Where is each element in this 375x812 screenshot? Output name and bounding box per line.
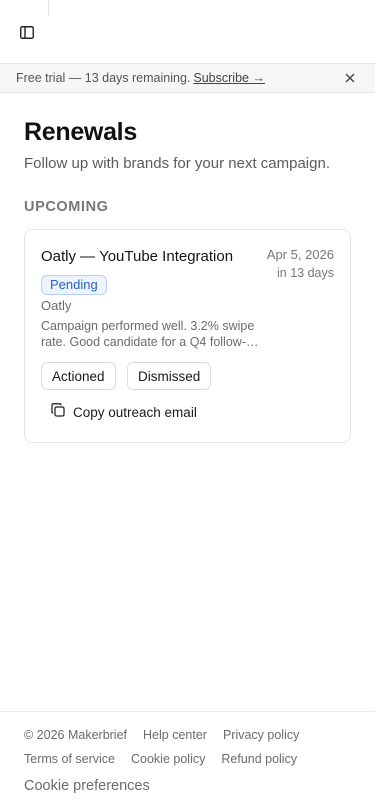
- trial-banner-text: Free trial — 13 days remaining.: [16, 71, 191, 85]
- footer-row: Terms of service Cookie policy Refund po…: [24, 752, 313, 766]
- renewal-note: Campaign performed well. 3.2% swipe rate…: [41, 319, 260, 349]
- sidebar-toggle-icon[interactable]: [15, 21, 39, 43]
- privacy-policy-link[interactable]: Privacy policy: [223, 728, 299, 742]
- renewal-date: Apr 5, 2026: [266, 247, 334, 262]
- help-center-link[interactable]: Help center: [143, 728, 207, 742]
- brand-name: Oatly: [41, 298, 72, 313]
- status-badge: Pending: [41, 275, 107, 295]
- top-bar: [0, 0, 375, 64]
- copy-icon: [51, 402, 65, 422]
- actioned-button[interactable]: Actioned: [41, 362, 116, 390]
- page-subtitle: Follow up with brands for your next camp…: [24, 155, 330, 172]
- close-icon[interactable]: [345, 72, 357, 84]
- footer: © 2026 Makerbrief Help center Privacy po…: [0, 711, 375, 812]
- footer-row: © 2026 Makerbrief Help center Privacy po…: [24, 728, 315, 742]
- renewal-card: Oatly — YouTube Integration Apr 5, 2026 …: [24, 229, 351, 443]
- divider: [48, 0, 49, 16]
- section-label: UPCOMING: [24, 199, 109, 215]
- terms-of-service-link[interactable]: Terms of service: [24, 752, 115, 766]
- copy-outreach-label: Copy outreach email: [73, 404, 197, 420]
- renewal-title: Oatly — YouTube Integration: [41, 248, 234, 265]
- copy-outreach-email-button[interactable]: Copy outreach email: [51, 402, 197, 422]
- copyright: © 2026 Makerbrief: [24, 728, 128, 742]
- page-title: Renewals: [24, 118, 137, 146]
- cookie-policy-link[interactable]: Cookie policy: [131, 752, 205, 766]
- renewal-due: in 13 days: [277, 266, 334, 280]
- dismissed-button[interactable]: Dismissed: [127, 362, 212, 390]
- subscribe-link[interactable]: Subscribe →: [193, 71, 265, 85]
- cookie-preferences-link[interactable]: Cookie preferences: [24, 778, 150, 794]
- trial-banner: Free trial — 13 days remaining. Subscrib…: [0, 63, 375, 93]
- refund-policy-link[interactable]: Refund policy: [221, 752, 297, 766]
